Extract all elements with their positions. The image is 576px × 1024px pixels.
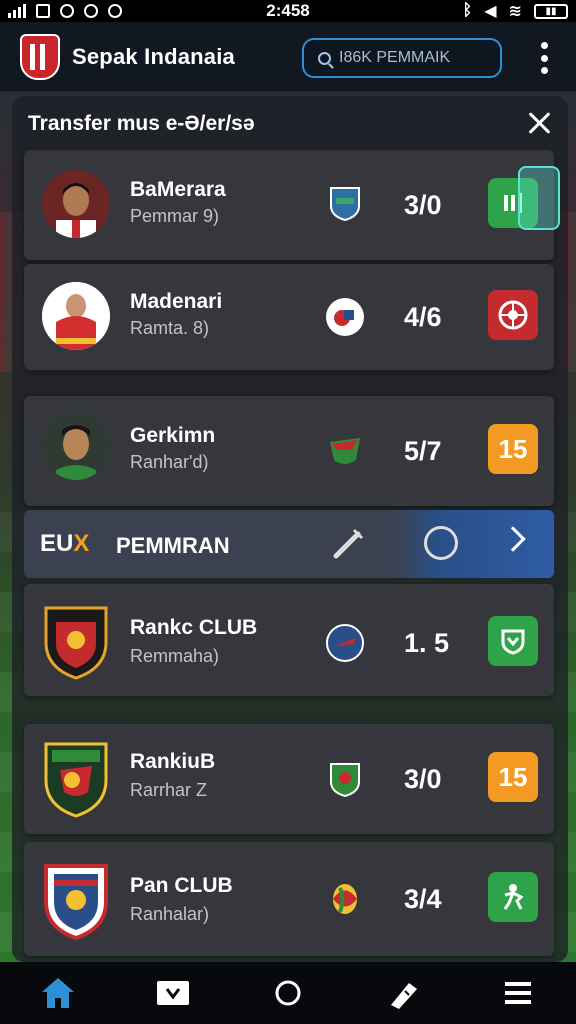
status-bar: 2:458 ᛒ ◀ ≋ ▮▮	[0, 0, 576, 22]
panel-title: Transfer mus e-Ə/er/sə	[28, 112, 255, 135]
sync-icon	[60, 4, 74, 18]
player-subtitle: Ranhar'd)	[130, 452, 209, 472]
wifi-icon: ≋	[508, 3, 522, 20]
rating-badge[interactable]: 15	[488, 424, 538, 474]
list-item[interactable]: Rankc CLUB Remmaha) 1. 5	[24, 584, 554, 696]
club-subtitle: Remmaha)	[130, 646, 220, 666]
avatar	[42, 412, 110, 480]
club-name: Pan CLUB	[130, 874, 233, 897]
club-name: Rankc CLUB	[130, 616, 258, 639]
club-crest-icon	[326, 760, 364, 798]
player-icon[interactable]	[488, 872, 538, 922]
club-subtitle: Rarrhar Z	[130, 780, 208, 800]
promo-banner[interactable]: EUX PEMMRAN	[24, 510, 554, 578]
chevron-right-icon[interactable]	[500, 526, 526, 552]
club-crest-icon	[326, 298, 364, 336]
club-crest	[42, 862, 110, 941]
more-menu-button[interactable]	[536, 42, 552, 74]
ball-icon	[424, 526, 458, 560]
club-crest-icon	[326, 878, 364, 916]
app-logo	[20, 33, 60, 80]
score: 3/0	[404, 764, 442, 794]
player-name: Madenari	[130, 290, 223, 313]
notification-icon	[36, 4, 50, 18]
ball-icon[interactable]	[488, 290, 538, 340]
search-box[interactable]	[302, 38, 502, 78]
rating-badge[interactable]: 15	[488, 752, 538, 802]
inbox-icon[interactable]	[143, 968, 203, 1018]
wifi-status-icon	[108, 4, 122, 18]
list-item[interactable]: Pan CLUB Ranhalar) 3/4	[24, 842, 554, 956]
signal-icon	[8, 4, 26, 18]
list-item[interactable]: Gerkimn Ranhar'd) 5/7 15	[24, 396, 554, 506]
boot-icon[interactable]	[373, 968, 433, 1018]
home-icon[interactable]	[28, 968, 88, 1018]
syringe-icon	[328, 524, 368, 564]
club-subtitle: Ranhalar)	[130, 904, 210, 924]
list-item[interactable]: BaMerara Pemmar 9) 3/0	[24, 150, 560, 260]
battery-icon: ▮▮	[534, 3, 568, 19]
app-header: Sepak Indanaia	[0, 22, 576, 92]
list-item[interactable]: RankiuB Rarrhar Z 3/0 15	[24, 724, 554, 834]
club-name: RankiuB	[130, 750, 216, 773]
avatar	[42, 170, 110, 238]
score: 3/4	[404, 884, 442, 914]
score: 4/6	[404, 302, 442, 332]
circle-icon[interactable]	[258, 968, 318, 1018]
highlight-glow	[518, 166, 560, 230]
volume-icon: ◀	[484, 3, 497, 20]
player-name: BaMerara	[130, 178, 226, 201]
banner-logo: EUX	[40, 530, 90, 557]
player-subtitle: Ramta. 8)	[130, 318, 210, 338]
list-item[interactable]: Madenari Ramta. 8) 4/6	[24, 264, 554, 370]
club-crest-icon	[326, 184, 364, 222]
app-title: Sepak Indanaia	[72, 43, 235, 69]
player-subtitle: Pemmar 9)	[130, 206, 220, 226]
club-crest-icon	[326, 624, 364, 662]
close-icon[interactable]	[526, 110, 552, 136]
club-crest	[42, 602, 110, 680]
club-crest-icon	[326, 432, 364, 470]
search-icon	[318, 51, 331, 65]
shield-icon[interactable]	[488, 616, 538, 666]
player-name: Gerkimn	[130, 424, 216, 447]
club-crest	[42, 740, 110, 818]
menu-icon[interactable]	[488, 968, 548, 1018]
search-input[interactable]	[339, 49, 489, 67]
bottom-nav	[0, 962, 576, 1024]
alarm-icon	[84, 4, 98, 18]
bluetooth-icon: ᛒ	[462, 2, 473, 19]
score: 1. 5	[404, 628, 450, 658]
status-time: 2:458	[266, 1, 310, 20]
avatar	[42, 282, 110, 350]
banner-title: PEMMRAN	[116, 533, 230, 558]
score: 3/0	[404, 190, 442, 220]
score: 5/7	[404, 436, 442, 466]
